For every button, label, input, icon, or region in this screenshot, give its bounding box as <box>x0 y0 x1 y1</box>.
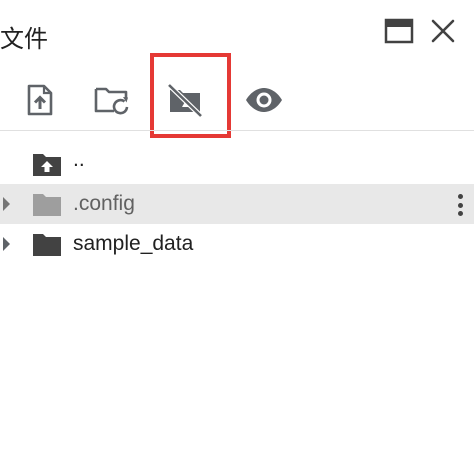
expand-icon[interactable] <box>3 237 10 251</box>
list-item[interactable]: .. <box>0 144 474 184</box>
maximize-button[interactable] <box>382 14 416 48</box>
list-item[interactable]: sample_data <box>0 224 474 264</box>
item-name: .. <box>73 148 85 171</box>
refresh-button[interactable] <box>88 76 136 124</box>
eye-icon <box>246 88 282 112</box>
upload-file-icon <box>27 84 53 116</box>
file-toolbar <box>0 70 474 130</box>
show-hidden-files-button[interactable] <box>240 76 288 124</box>
upload-button[interactable] <box>16 76 64 124</box>
close-icon <box>431 19 455 43</box>
folder-up-icon <box>33 154 61 176</box>
item-name: sample_data <box>73 232 194 255</box>
more-options-icon[interactable] <box>456 194 464 216</box>
maximize-window-icon <box>384 18 414 44</box>
folder-icon <box>33 234 61 256</box>
folder-icon <box>33 194 61 216</box>
toolbar-divider <box>0 130 474 131</box>
file-browser-panel: 文件 .. .config sample_data <box>0 0 474 475</box>
expand-icon[interactable] <box>3 197 10 211</box>
close-button[interactable] <box>426 14 460 48</box>
folder-refresh-icon <box>94 87 129 115</box>
panel-title: 文件 <box>0 25 48 53</box>
list-item[interactable]: .config <box>0 184 474 224</box>
panel-header: 文件 <box>0 0 474 64</box>
item-name: .config <box>73 192 135 215</box>
drive-unmount-icon <box>167 83 203 118</box>
unmount-drive-button[interactable] <box>162 76 210 124</box>
